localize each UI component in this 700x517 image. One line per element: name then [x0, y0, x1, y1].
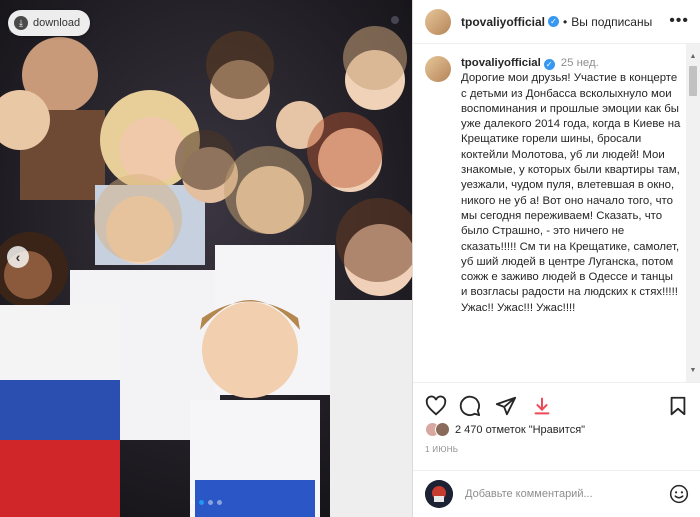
header-separator: • [563, 14, 568, 29]
post-photo[interactable]: ⤓ download ‹ [0, 0, 412, 517]
post-date: 1 ИЮНЬ [425, 445, 459, 454]
comment-icon[interactable] [459, 395, 481, 417]
emoji-icon[interactable] [669, 484, 689, 504]
download-button[interactable]: ⤓ download [8, 10, 91, 36]
carousel-dot [190, 500, 195, 505]
carousel-dots [190, 500, 222, 505]
share-icon[interactable] [495, 395, 517, 417]
likes-count[interactable]: 2 470 отметок "Нравится" [455, 424, 585, 436]
chevron-left-icon: ‹ [15, 249, 21, 265]
scrollbar[interactable]: ▲ ▼ [686, 44, 700, 382]
carousel-dot-active [199, 500, 204, 505]
save-to-device-icon[interactable] [531, 395, 553, 417]
more-icon[interactable]: ••• [669, 12, 689, 30]
post-header: tpovaliyofficial ✓ • Вы подписаны ••• [413, 0, 700, 44]
current-user-avatar[interactable] [425, 480, 453, 508]
carousel-dot [208, 500, 213, 505]
download-label: download [33, 17, 81, 29]
bookmark-icon[interactable] [667, 395, 689, 417]
verified-badge-icon: ✓ [548, 16, 560, 27]
author-avatar[interactable] [425, 8, 451, 35]
comments-area[interactable]: tpovaliyofficial ✓ 25 нед. Дорогие мои дру… [413, 44, 700, 382]
liker-avatar [435, 422, 450, 437]
comment-composer [413, 470, 700, 517]
post-details-panel: tpovaliyofficial ✓ • Вы подписаны ••• tp… [412, 0, 700, 517]
carousel-prev-button[interactable]: ‹ [7, 246, 29, 268]
scroll-thumb[interactable] [689, 66, 697, 96]
comment-input[interactable] [465, 488, 665, 500]
scroll-down-icon[interactable]: ▼ [686, 364, 700, 378]
caption-avatar[interactable] [425, 56, 451, 82]
heart-icon[interactable] [425, 395, 447, 417]
download-icon: ⤓ [14, 16, 28, 30]
author-username[interactable]: tpovaliyofficial [461, 15, 545, 29]
caption-text: Дорогие мои друзья! Участие в концерте с… [461, 72, 681, 314]
likes-row[interactable]: 2 470 отметок "Нравится" [425, 422, 585, 437]
photo-image [0, 0, 412, 517]
post-time: 25 нед. [560, 57, 599, 69]
caption-username[interactable]: tpovaliyofficial [461, 57, 541, 69]
scroll-up-icon[interactable]: ▲ [686, 50, 700, 64]
following-status[interactable]: Вы подписаны [571, 15, 652, 29]
carousel-dot [217, 500, 222, 505]
verified-badge-icon: ✓ [543, 59, 555, 71]
post-caption: tpovaliyofficial ✓ 25 нед. Дорогие мои дру… [425, 56, 681, 316]
